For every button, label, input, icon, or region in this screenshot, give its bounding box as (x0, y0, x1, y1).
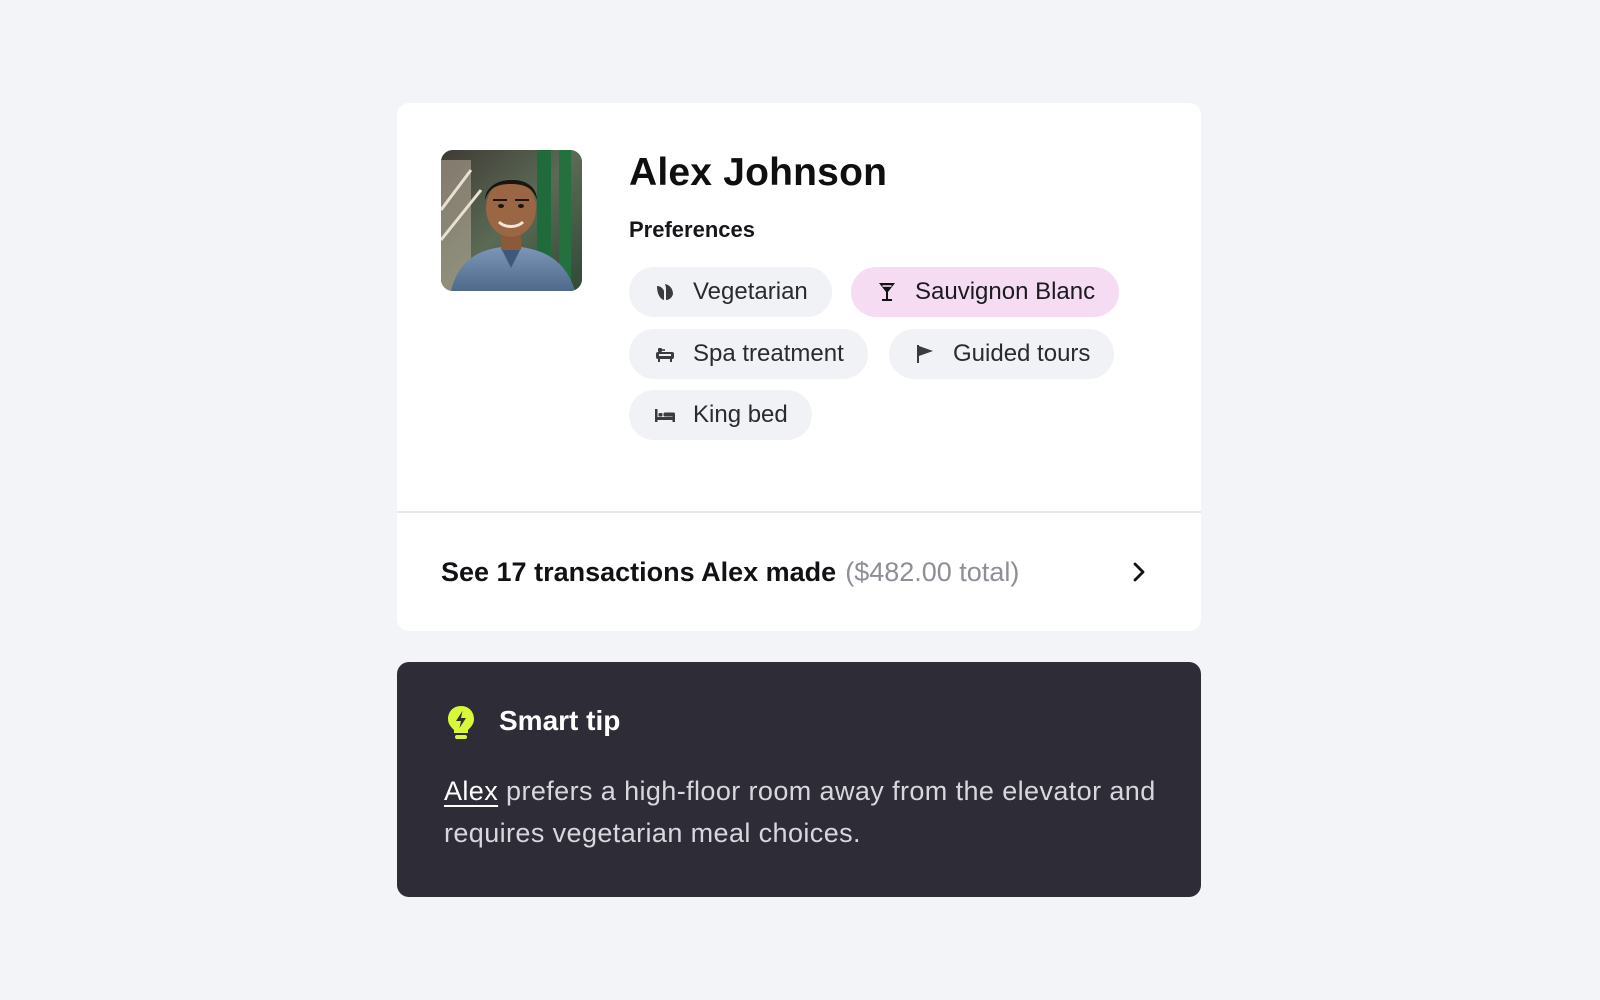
preference-chip-sauvignon-blanc[interactable]: Sauvignon Blanc (851, 267, 1120, 317)
guest-profile-screen: Alex Johnson Preferences Vegetarian Sauv… (0, 0, 1600, 1000)
wine-glass-icon (875, 280, 899, 304)
avatar (441, 150, 582, 291)
guest-profile-card: Alex Johnson Preferences Vegetarian Sauv… (397, 103, 1201, 631)
smart-tip-title: Smart tip (499, 705, 621, 736)
preferences-label: Preferences (629, 217, 755, 242)
leaf-icon (653, 280, 677, 304)
guest-name-link[interactable]: Alex (444, 776, 498, 806)
preference-chip-guided-tours[interactable]: Guided tours (889, 329, 1115, 379)
transactions-summary: See 17 transactions Alex made (441, 556, 837, 587)
avatar-photo (441, 150, 582, 291)
chip-label: Guided tours (953, 340, 1091, 367)
smart-tip-message: Alex prefers a high-floor room away from… (444, 770, 1174, 854)
smart-tip-text: prefers a high-floor room away from the … (444, 776, 1156, 848)
chip-label: King bed (693, 401, 788, 428)
guest-name: Alex Johnson (629, 151, 888, 194)
bed-icon (653, 403, 677, 427)
preference-chip-king-bed[interactable]: King bed (629, 390, 812, 440)
chip-label: Sauvignon Blanc (915, 278, 1096, 305)
preference-chip-spa-treatment[interactable]: Spa treatment (629, 329, 868, 379)
chip-label: Spa treatment (693, 340, 844, 367)
bathtub-icon (653, 342, 677, 366)
transactions-link[interactable]: See 17 transactions Alex made ($482.00 t… (397, 513, 1201, 631)
lightbulb-icon (448, 706, 474, 739)
smart-tip-card: Smart tip Alex prefers a high-floor room… (397, 662, 1201, 897)
chip-label: Vegetarian (693, 278, 808, 305)
flag-icon (913, 342, 937, 366)
chevron-right-icon (1133, 562, 1145, 582)
transactions-total: ($482.00 total) (845, 556, 1020, 587)
preference-chip-vegetarian[interactable]: Vegetarian (629, 267, 832, 317)
